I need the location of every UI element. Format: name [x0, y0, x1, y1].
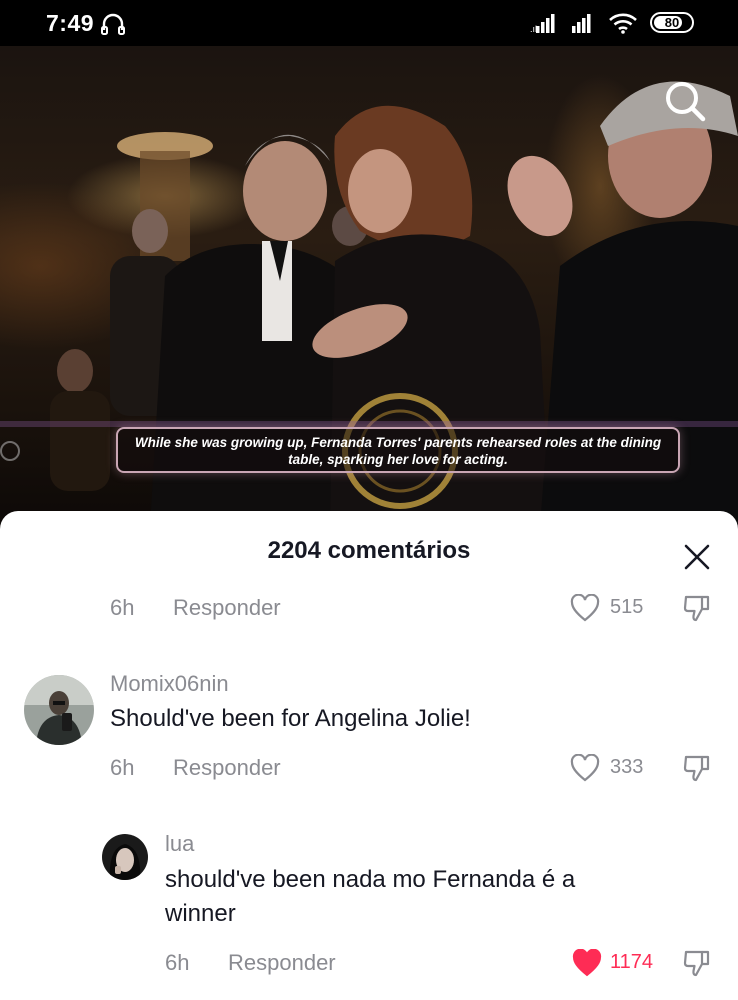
reply-button[interactable]: Responder [173, 595, 281, 621]
close-icon[interactable] [683, 543, 711, 571]
comments-count-title: 2204 comentários [267, 537, 471, 564]
avatar[interactable] [102, 834, 148, 880]
video-caption: While she was growing up, Fernanda Torre… [116, 427, 680, 473]
comment-age: 6h [110, 595, 135, 620]
svg-text:.ıl: .ıl [530, 24, 537, 34]
cellular-signal-2-icon [572, 14, 591, 33]
thumbs-down-icon[interactable] [682, 948, 712, 978]
thumbs-down-icon[interactable] [682, 753, 712, 783]
comment-text: Should've been for Angelina Jolie! [110, 705, 471, 732]
heart-icon[interactable] [570, 754, 600, 782]
comment-age: 6h [110, 755, 135, 780]
heart-icon[interactable] [570, 594, 600, 622]
search-icon[interactable] [662, 78, 708, 124]
thumbs-down-icon[interactable] [682, 593, 712, 623]
reply-button[interactable]: Responder [173, 755, 281, 781]
heart-filled-icon[interactable] [572, 949, 602, 977]
cellular-signal-icon: .ıl [530, 14, 555, 34]
video-player[interactable]: While she was growing up, Fernanda Torre… [0, 46, 738, 526]
like-count: 1174 [610, 951, 654, 973]
battery-indicator: 80 [650, 12, 694, 33]
like-count: 515 [610, 596, 644, 618]
reply-button[interactable]: Responder [228, 950, 336, 976]
reply-age: 6h [165, 950, 190, 975]
like-count: 333 [610, 756, 644, 778]
wifi-icon [609, 13, 637, 34]
headphones-icon [101, 13, 125, 35]
reply-text-line-1: should've been nada mo Fernanda é a [165, 866, 576, 893]
battery-level: 80 [664, 15, 680, 30]
comments-sheet: 2204 comentários 6h Responder 515 Momix0… [0, 511, 738, 1000]
reply-username[interactable]: lua [165, 831, 194, 857]
reply-text-line-2: winner [165, 900, 236, 927]
comment-username[interactable]: Momix06nin [110, 671, 229, 697]
status-bar: 7:49 .ıl 80 [0, 0, 738, 46]
avatar[interactable] [24, 675, 94, 745]
status-time: 7:49 [46, 10, 95, 36]
